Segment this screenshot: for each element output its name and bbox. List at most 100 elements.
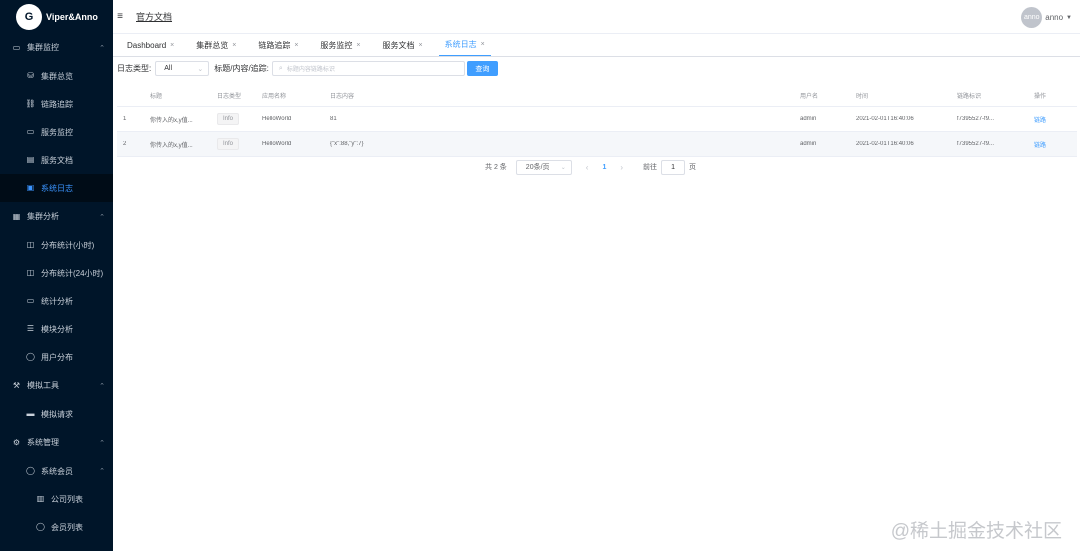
- sidebar-item[interactable]: ◯ 用户分布: [0, 343, 113, 371]
- cell-text: HelloWorld: [262, 141, 292, 147]
- search-icon: ⌕: [278, 64, 283, 72]
- cell-text: admin: [800, 116, 817, 122]
- log-type-select[interactable]: All ⌄: [155, 61, 210, 76]
- filter-bar: 日志类型: All ⌄ 标题/内容/追踪: ⌕ 标题内容链路标识 查询: [117, 60, 498, 77]
- tab-label: 系统日志: [444, 40, 477, 49]
- close-icon[interactable]: ×: [232, 42, 236, 49]
- column-header: 用户名: [800, 94, 819, 100]
- prev-page-icon[interactable]: ‹: [586, 163, 589, 172]
- sidebar-item[interactable]: ▣ 系统日志: [0, 174, 113, 202]
- cell-text: f7395527-f9...: [957, 116, 995, 122]
- sidebar-item[interactable]: ⛁ 集群总览: [0, 62, 113, 90]
- tab-bar: Dashboard × 集群总览 × 链路追踪 × 服务监控 × 服务文档 × 系统日志 ×: [113, 34, 1080, 57]
- avatar[interactable]: anno: [1021, 7, 1043, 28]
- trace-link[interactable]: 链路: [1034, 118, 1046, 124]
- table-cell: Info: [217, 138, 262, 150]
- sidebar-item-label: 系统会员: [41, 466, 73, 476]
- sidebar-item-label: 模块分析: [41, 324, 73, 334]
- table-cell: f7395527-f9...: [957, 116, 1034, 122]
- sidebar-item-label: 会员列表: [51, 522, 83, 532]
- sidebar-item[interactable]: ▦ 集群分析 ⌃: [0, 202, 113, 231]
- chevron-up-icon[interactable]: ⌃: [99, 467, 105, 475]
- tab[interactable]: 服务文档 ×: [377, 34, 429, 56]
- tab-label: 服务监控: [320, 40, 353, 50]
- company-icon: ▥: [36, 494, 45, 503]
- breadcrumb[interactable]: 官方文档: [136, 10, 172, 23]
- close-icon[interactable]: ×: [481, 41, 485, 48]
- caret-down-icon[interactable]: ▼: [1066, 15, 1072, 21]
- sidebar-item-label: 模拟请求: [41, 409, 73, 419]
- sidebar-item-label: 服务文档: [41, 155, 73, 165]
- table-cell: 2021-02-01T16:40:06: [856, 116, 957, 122]
- tab[interactable]: Dashboard ×: [121, 34, 180, 56]
- user-name[interactable]: anno: [1045, 13, 1063, 22]
- sidebar-item[interactable]: ◯ 会员列表: [0, 513, 113, 541]
- sidebar-item-label: 用户分布: [41, 352, 73, 362]
- user-menu[interactable]: anno anno ▼: [1021, 7, 1072, 28]
- sidebar-item[interactable]: ⚒ 模拟工具 ⌃: [0, 371, 113, 400]
- tab[interactable]: 系统日志 ×: [438, 34, 491, 56]
- logo[interactable]: G Viper&Anno: [0, 0, 113, 33]
- cell-text: HelloWorld: [262, 116, 292, 122]
- user-icon: ◯: [26, 352, 35, 361]
- cell-text: 1: [123, 116, 127, 122]
- close-icon[interactable]: ×: [170, 42, 174, 49]
- cell-text: 2: [123, 141, 127, 147]
- sidebar-item[interactable]: ◫ 分布统计(小时): [0, 231, 113, 259]
- sidebar-item-label: 服务监控: [41, 127, 73, 137]
- table-row: 2 你传入的x,y值... Info HelloWorld {"x":88,"y":7}…: [117, 132, 1077, 157]
- sidebar-item[interactable]: ▭ 集群监控 ⌃: [0, 33, 113, 62]
- query-button[interactable]: 查询: [466, 61, 498, 76]
- sidebar-item[interactable]: ◯ 系统会员 ⌃: [0, 457, 113, 485]
- search-placeholder: 标题内容链路标识: [286, 67, 335, 73]
- sidebar-item[interactable]: ⚙ 系统管理 ⌃: [0, 428, 113, 457]
- chevron-up-icon[interactable]: ⌃: [99, 439, 105, 447]
- table-cell: 你传入的x,y值...: [150, 140, 217, 149]
- watermark: @稀土掘金技术社区: [890, 521, 1062, 542]
- sidebar-item-label: 集群监控: [27, 43, 59, 52]
- cell-text: 81: [330, 116, 337, 122]
- next-page-icon[interactable]: ›: [620, 163, 623, 172]
- sidebar-item[interactable]: ▭ 服务监控: [0, 118, 113, 146]
- doc-icon: ▤: [26, 155, 35, 164]
- log-table: 标题 日志类型 应用名称 日志内容 用户名 时间 链路标识 操作 1 你传入的x,y值... Inf…: [117, 85, 1077, 157]
- sidebar-item-label: 分布统计(小时): [41, 240, 95, 250]
- page-number-current[interactable]: 1: [602, 164, 606, 171]
- tab[interactable]: 集群总览 ×: [190, 34, 242, 56]
- menu-toggle-icon[interactable]: ≡: [113, 11, 127, 22]
- tab[interactable]: 服务监控 ×: [314, 34, 366, 56]
- sidebar-item[interactable]: ▤ 服务文档: [0, 146, 113, 174]
- column-header: 链路标识: [957, 94, 982, 100]
- close-icon[interactable]: ×: [419, 42, 423, 49]
- sidebar-item[interactable]: ▭ 统计分析: [0, 287, 113, 315]
- sliders-icon: ☰: [26, 324, 35, 333]
- tab-label: 服务文档: [382, 40, 415, 50]
- sidebar-item-label: 集群总览: [41, 71, 73, 81]
- sidebar-item[interactable]: ☰ 模块分析: [0, 315, 113, 343]
- sidebar-item-label: 系统日志: [41, 183, 73, 193]
- page-size-value: 20条/页: [525, 164, 550, 171]
- column-header: 日志内容: [330, 94, 355, 100]
- sidebar-item[interactable]: ⛓ 链路追踪: [0, 90, 113, 118]
- sidebar-item[interactable]: ▬ 模拟请求: [0, 400, 113, 428]
- trace-link[interactable]: 链路: [1034, 143, 1046, 149]
- chevron-up-icon[interactable]: ⌃: [99, 213, 105, 221]
- tab-label: 集群总览: [196, 40, 229, 50]
- close-icon[interactable]: ×: [356, 42, 360, 49]
- page-size-select[interactable]: 20条/页 ⌄: [515, 159, 572, 175]
- total-count: 共 2 条: [485, 164, 507, 171]
- sidebar-item[interactable]: ▥ 公司列表: [0, 485, 113, 513]
- goto-page-input[interactable]: 1: [661, 159, 686, 175]
- column-header: 日志类型: [217, 94, 242, 100]
- chevron-up-icon[interactable]: ⌃: [99, 382, 105, 390]
- search-input[interactable]: ⌕ 标题内容链路标识: [271, 61, 465, 76]
- table-cell: admin: [800, 141, 856, 147]
- close-icon[interactable]: ×: [294, 42, 298, 49]
- column-header: 应用名称: [262, 94, 287, 100]
- sidebar-item-label: 分布统计(24小时): [41, 268, 104, 278]
- log-type-tag: Info: [217, 138, 240, 150]
- tab[interactable]: 链路追踪 ×: [252, 34, 304, 56]
- sidebar-item[interactable]: ◫ 分布统计(24小时): [0, 259, 113, 287]
- table-cell: HelloWorld: [262, 141, 330, 147]
- chevron-up-icon[interactable]: ⌃: [99, 44, 105, 52]
